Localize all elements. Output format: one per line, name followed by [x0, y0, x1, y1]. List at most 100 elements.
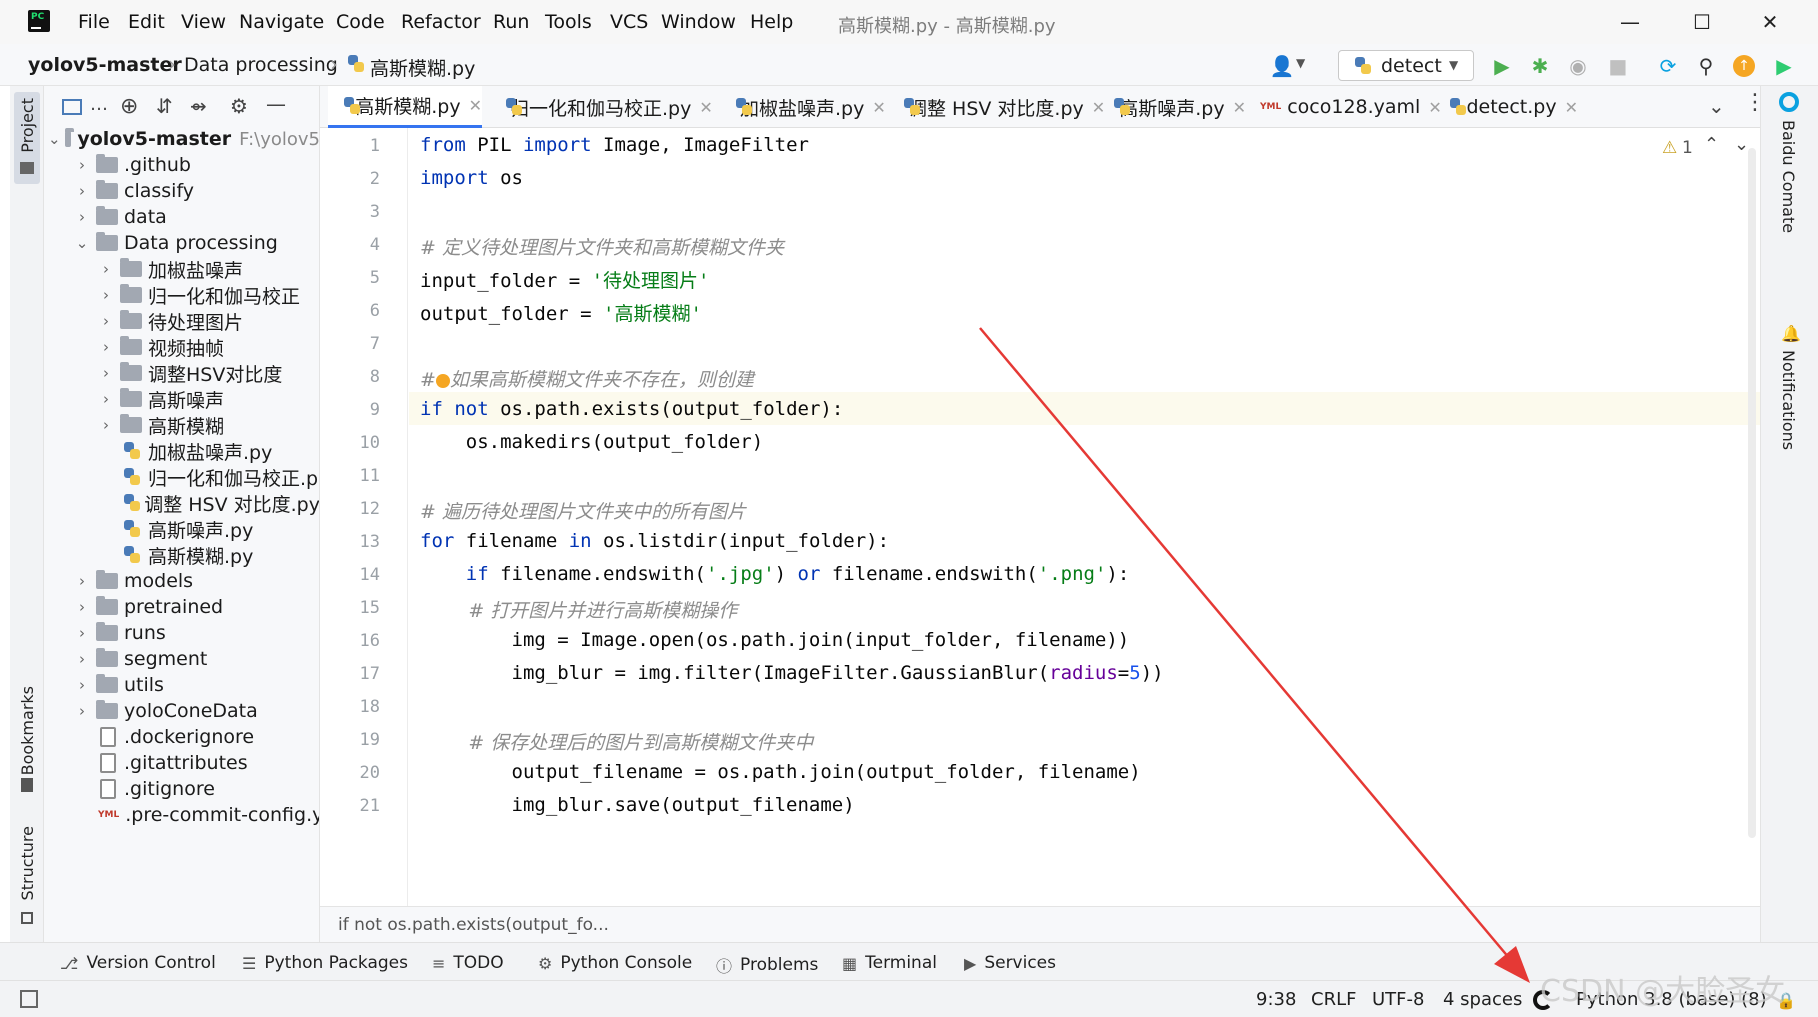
menu-run[interactable]: Run [493, 11, 529, 33]
menu-vcs[interactable]: VCS [610, 11, 648, 33]
menu-view[interactable]: View [181, 11, 226, 33]
menu-edit[interactable]: Edit [128, 11, 165, 33]
chevron-right-icon[interactable]: › [72, 650, 92, 668]
locate-icon[interactable]: ⊕ [120, 94, 138, 119]
indent-setting[interactable]: 4 spaces [1443, 989, 1522, 1010]
tab-detect[interactable]: detect.py ✕ [1434, 86, 1578, 128]
run-config-selector[interactable]: detect ▼ [1338, 50, 1474, 81]
collapse-all-icon[interactable]: ⇴ [190, 94, 207, 118]
close-icon[interactable]: ✕ [469, 96, 482, 115]
tab-gaussian-blur[interactable]: 高斯模糊.py ✕ [328, 86, 482, 128]
stop-icon[interactable]: ■ [1606, 54, 1630, 78]
maximize-icon[interactable]: ☐ [1672, 6, 1732, 38]
chevron-right-icon[interactable]: › [72, 182, 92, 200]
close-icon[interactable]: ✕ [699, 98, 712, 117]
tab-normalize-gamma[interactable]: 归一化和伽马校正.py ✕ [490, 86, 713, 128]
chevron-right-icon[interactable]: › [96, 364, 116, 382]
python-console-button[interactable]: ⚙ Python Console [538, 953, 692, 973]
python-file-icon [122, 519, 142, 539]
folder-icon [120, 388, 142, 407]
tab-salt-pepper[interactable]: 加椒盐噪声.py ✕ [720, 86, 886, 128]
breadcrumb-folder[interactable]: Data processing [184, 54, 338, 76]
project-tool-button[interactable]: Project [14, 92, 40, 184]
python-packages-button[interactable]: ☰ Python Packages [242, 953, 408, 973]
baidu-comate-icon[interactable] [1779, 92, 1799, 112]
menu-tools[interactable]: Tools [545, 11, 592, 33]
todo-button[interactable]: ≡ TODO [432, 953, 504, 973]
chevron-right-icon[interactable]: › [96, 312, 116, 330]
warning-count[interactable]: 1 [1682, 138, 1693, 158]
chevron-right-icon[interactable]: › [72, 208, 92, 226]
chevron-right-icon[interactable]: › [96, 416, 116, 434]
breadcrumb-project[interactable]: yolov5-master [28, 54, 182, 76]
chevron-right-icon[interactable]: › [72, 702, 92, 720]
chevron-right-icon[interactable]: › [96, 260, 116, 278]
code-breadcrumb[interactable]: if not os.path.exists(output_fo... [338, 915, 609, 935]
toggle-tool-windows-icon[interactable] [20, 990, 38, 1008]
tree-item-label: 加椒盐噪声.py [148, 441, 273, 464]
chevron-right-icon[interactable]: › [72, 676, 92, 694]
run-icon[interactable]: ▶ [1490, 54, 1514, 78]
menu-file[interactable]: File [78, 11, 110, 33]
project-view-icon[interactable] [62, 99, 82, 115]
gear-icon[interactable]: ⚙ [230, 94, 248, 118]
terminal-button[interactable]: ▦ Terminal [842, 953, 937, 973]
list-icon: ≡ [432, 953, 446, 973]
version-control-button[interactable]: ⎇ Version Control [60, 953, 216, 973]
bookmarks-tool-label[interactable]: Bookmarks [18, 686, 37, 775]
menu-window[interactable]: Window [661, 11, 736, 33]
line-separator[interactable]: CRLF [1311, 989, 1356, 1010]
caret-position[interactable]: 9:38 [1256, 989, 1296, 1010]
chevron-right-icon[interactable]: › [96, 390, 116, 408]
chevron-down-icon[interactable]: ⌄ [72, 234, 92, 252]
close-window-icon[interactable]: ✕ [1740, 6, 1800, 38]
hide-panel-icon[interactable]: — [266, 92, 286, 116]
tree-item-label: classify [124, 180, 195, 202]
problems-button[interactable]: ⓘ Problems [716, 953, 818, 977]
user-icon[interactable]: 👤 [1270, 54, 1295, 78]
menu-code[interactable]: Code [336, 11, 385, 33]
chevron-right-icon[interactable]: › [72, 598, 92, 616]
chevron-down-icon[interactable]: ⌄ [1734, 134, 1749, 155]
tree-item-file[interactable]: YML .pre-commit-config.y [44, 800, 319, 830]
plugin-icon[interactable]: ▶ [1772, 54, 1796, 78]
close-icon[interactable]: ✕ [1233, 98, 1246, 117]
close-icon[interactable]: ✕ [872, 98, 885, 117]
coverage-icon[interactable]: ◉ [1566, 54, 1590, 78]
editor-scrollbar[interactable] [1748, 148, 1756, 838]
file-encoding[interactable]: UTF-8 [1372, 989, 1424, 1010]
chevron-right-icon[interactable]: › [96, 338, 116, 356]
chevron-right-icon[interactable]: › [72, 624, 92, 642]
breadcrumb-file[interactable]: 高斯模糊.py [370, 54, 475, 81]
chevron-up-icon[interactable]: ⌃ [1704, 134, 1719, 155]
notifications-tool-label[interactable]: Notifications [1779, 350, 1798, 450]
minimize-icon[interactable]: — [1600, 6, 1660, 38]
menu-navigate[interactable]: Navigate [239, 11, 324, 33]
expand-all-icon[interactable]: ⇵ [156, 94, 173, 118]
tab-hsv-contrast[interactable]: 调整 HSV 对比度.py ✕ [888, 86, 1105, 128]
structure-tool-label[interactable]: Structure [18, 826, 37, 900]
chevron-right-icon[interactable]: › [96, 286, 116, 304]
bell-icon[interactable]: 🔔 [1781, 324, 1801, 343]
warning-icon[interactable]: ⚠ [1662, 138, 1677, 158]
chevron-down-icon[interactable]: ⌄ [1708, 94, 1725, 118]
search-icon[interactable]: ⚲ [1694, 54, 1718, 78]
debug-icon[interactable]: ✱ [1528, 54, 1552, 78]
chevron-down-icon[interactable]: ⌄ [48, 130, 61, 148]
chevron-right-icon[interactable]: › [72, 572, 92, 590]
update-icon[interactable]: ↑ [1732, 54, 1756, 78]
services-button[interactable]: ▶ Services [964, 953, 1056, 973]
baidu-comate-tool-label[interactable]: Baidu Comate [1779, 120, 1798, 233]
tab-coco128-yaml[interactable]: YML coco128.yaml ✕ [1254, 86, 1442, 128]
chevron-down-icon[interactable]: ▼ [1296, 56, 1305, 70]
close-icon[interactable]: ✕ [1565, 98, 1578, 117]
folder-icon [120, 258, 142, 277]
menu-refactor[interactable]: Refactor [401, 11, 481, 33]
code-editor[interactable]: 1 2 3 4 5 6 7 8 9 10 11 12 13 14 15 16 1… [320, 128, 1760, 906]
chevron-down-icon: ▼ [1449, 58, 1459, 72]
menu-help[interactable]: Help [750, 11, 793, 33]
tab-gaussian-noise[interactable]: 高斯噪声.py ✕ [1098, 86, 1246, 128]
more-icon[interactable]: … [90, 94, 108, 115]
refresh-icon[interactable]: ⟳ [1656, 54, 1680, 78]
chevron-right-icon[interactable]: › [72, 156, 92, 174]
